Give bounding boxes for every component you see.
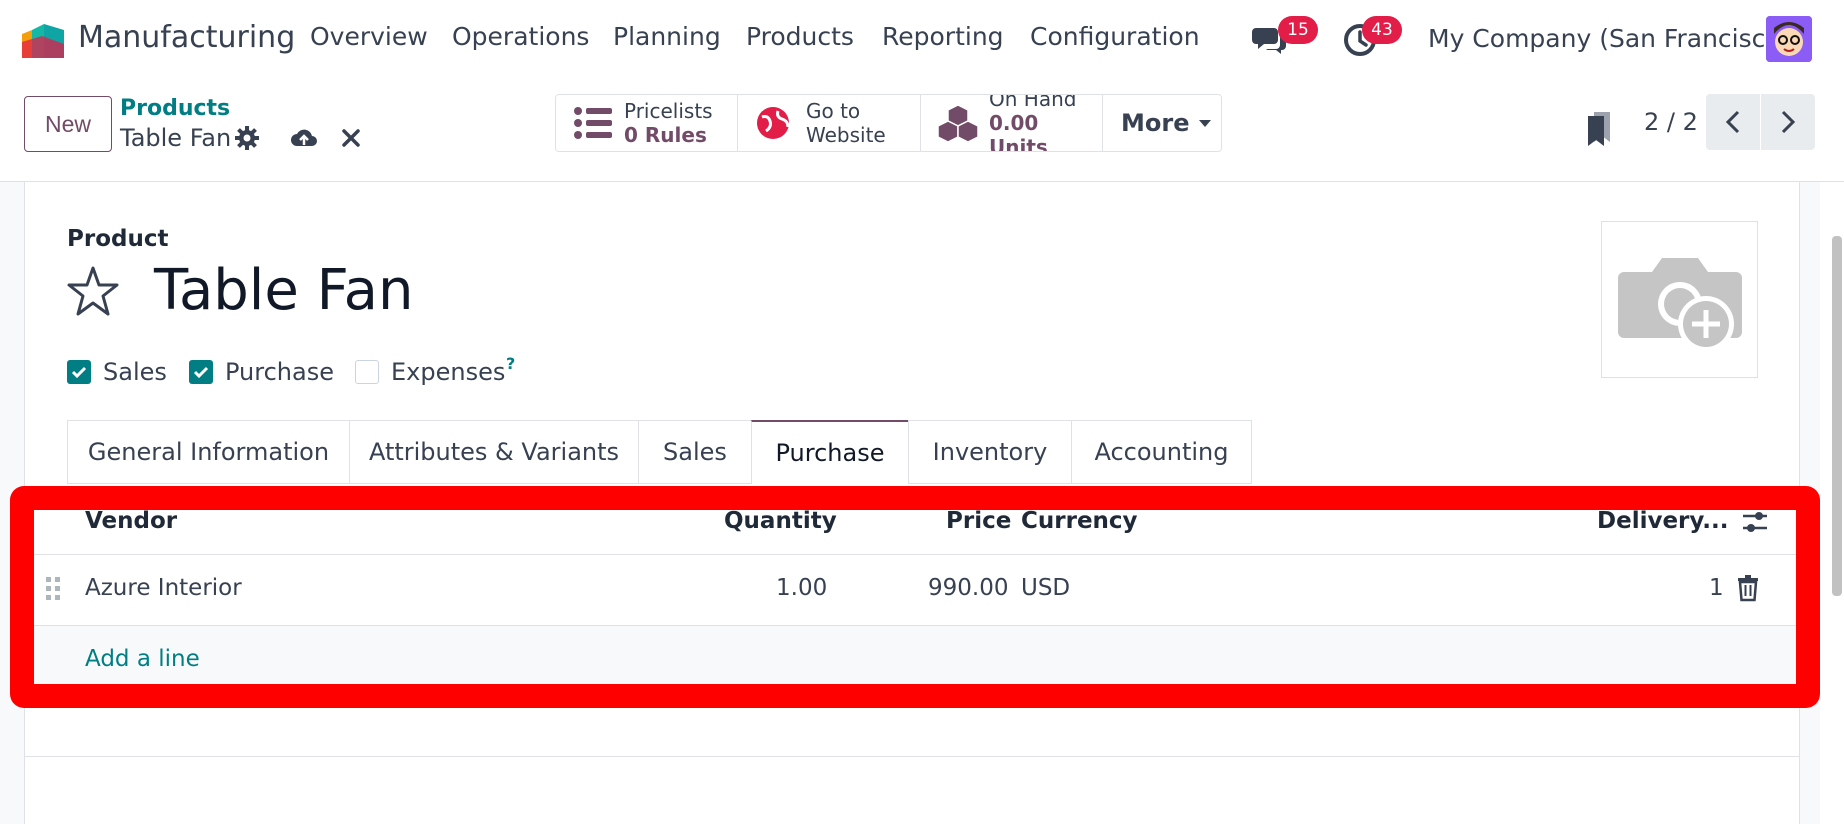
tab-attributes-variants[interactable]: Attributes & Variants: [349, 420, 638, 484]
pricelists-count: 0 Rules: [624, 123, 707, 147]
caret-down-icon: [1199, 120, 1212, 127]
breadcrumb-products[interactable]: Products: [120, 96, 230, 121]
onhand-value: 0.00 Units: [989, 111, 1048, 152]
purchase-checkbox[interactable]: [189, 360, 213, 384]
menu-configuration[interactable]: Configuration: [1030, 22, 1200, 51]
product-image-upload[interactable]: [1601, 221, 1758, 378]
menu-operations[interactable]: Operations: [452, 22, 589, 51]
pricelists-title: Pricelists: [624, 99, 713, 123]
camera-plus-icon: [1618, 258, 1742, 352]
manufacturing-logo[interactable]: [18, 20, 66, 58]
tab-inventory[interactable]: Inventory: [908, 420, 1071, 484]
tab-purchase[interactable]: Purchase: [751, 420, 908, 484]
tab-sales[interactable]: Sales: [638, 420, 751, 484]
messages-badge: 15: [1278, 16, 1318, 44]
save-cloud-icon[interactable]: [290, 124, 318, 152]
product-name-field[interactable]: Table Fan: [154, 258, 414, 323]
check-icon: [193, 366, 209, 379]
favorite-star-icon[interactable]: [66, 264, 120, 318]
sales-checkbox[interactable]: [67, 360, 91, 384]
check-icon: [71, 366, 87, 379]
more-label: More: [1121, 109, 1190, 137]
highlight-frame: [10, 486, 1820, 708]
go-to-website-button[interactable]: Go to Website: [738, 95, 921, 151]
pager-next-button[interactable]: [1761, 94, 1815, 150]
scrollbar-thumb[interactable]: [1832, 236, 1842, 596]
new-button[interactable]: New: [24, 96, 112, 152]
menu-overview[interactable]: Overview: [310, 22, 428, 51]
gear-icon[interactable]: [233, 124, 261, 152]
sales-checkbox-label[interactable]: Sales: [103, 358, 167, 386]
activities-badge: 43: [1362, 16, 1402, 44]
breadcrumb-current: Table Fan: [120, 124, 232, 152]
app-name[interactable]: Manufacturing: [78, 20, 295, 55]
globe-icon: [757, 107, 790, 139]
control-panel: New Products Table Fan Pricelists 0 Rule…: [0, 80, 1844, 182]
purchase-checkbox-label[interactable]: Purchase: [225, 358, 334, 386]
more-button[interactable]: More: [1103, 95, 1221, 151]
company-switcher[interactable]: My Company (San Francisco): [1428, 24, 1790, 53]
menu-products[interactable]: Products: [746, 22, 854, 51]
menu-planning[interactable]: Planning: [613, 22, 721, 51]
expenses-help-tooltip[interactable]: ?: [506, 354, 515, 373]
tab-accounting[interactable]: Accounting: [1071, 420, 1252, 484]
smart-buttons: Pricelists 0 Rules Go to Website On Hand…: [555, 94, 1222, 152]
discard-icon[interactable]: [337, 124, 365, 152]
expenses-checkbox-label[interactable]: Expenses: [391, 358, 505, 386]
chevron-left-icon: [1725, 110, 1740, 134]
bookmark-icon[interactable]: [1586, 108, 1614, 148]
pager-previous-button[interactable]: [1706, 94, 1760, 150]
onhand-title: On Hand: [989, 94, 1077, 111]
tab-general-information[interactable]: General Information: [67, 420, 349, 484]
on-hand-button[interactable]: On Hand 0.00 Units: [921, 95, 1103, 151]
top-navbar: Manufacturing Overview Operations Planni…: [0, 0, 1844, 80]
notebook-tabs: General Information Attributes & Variant…: [67, 420, 1252, 484]
sheet-divider: [24, 756, 1800, 757]
list-icon: [574, 107, 612, 139]
pager-value[interactable]: 2 / 2: [1644, 108, 1698, 136]
pricelists-button[interactable]: Pricelists 0 Rules: [556, 95, 738, 151]
website-line1: Go to: [806, 99, 861, 123]
product-type-label: Product: [67, 226, 169, 252]
expenses-checkbox[interactable]: [355, 360, 379, 384]
cubes-icon: [937, 104, 979, 143]
user-avatar[interactable]: [1766, 16, 1812, 62]
chevron-right-icon: [1781, 110, 1796, 134]
menu-reporting[interactable]: Reporting: [882, 22, 1004, 51]
website-line2: Website: [806, 123, 886, 147]
